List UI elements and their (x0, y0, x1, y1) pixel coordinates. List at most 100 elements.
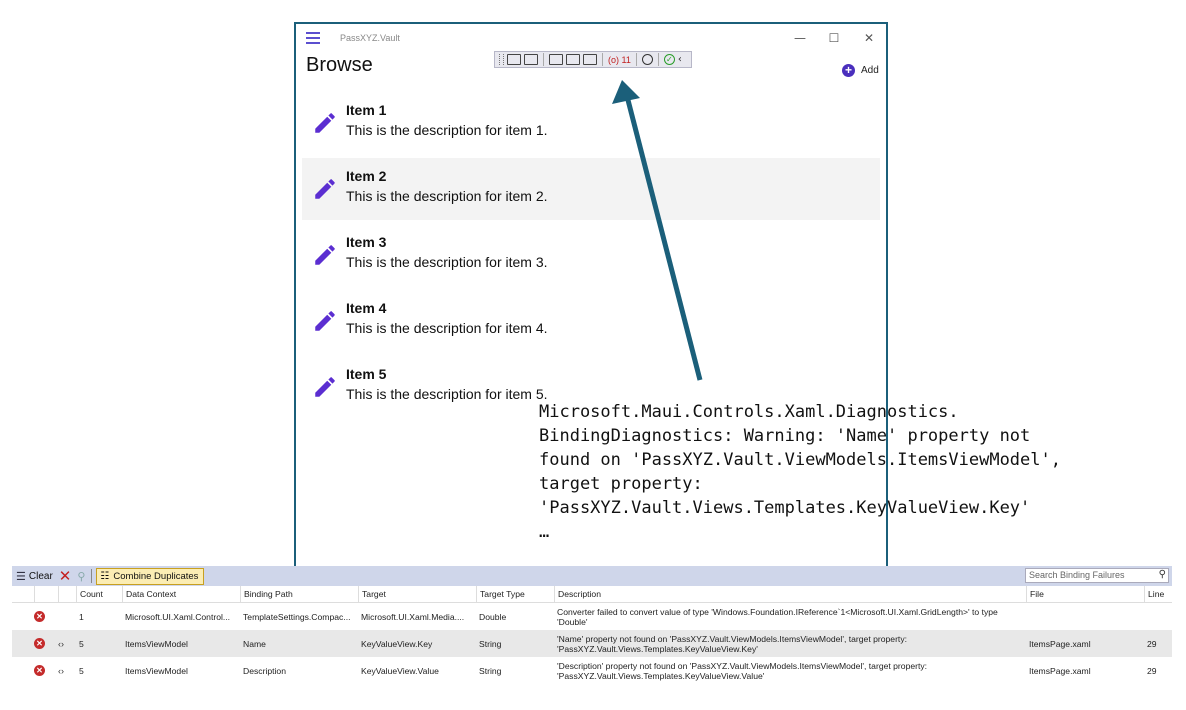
target-type-cell: Double (479, 611, 507, 622)
table-row[interactable]: ✕ ‹› 5 ItemsViewModel Description KeyValueVie… (12, 657, 1172, 684)
collapse-chevron-icon[interactable]: ‹ (678, 54, 682, 65)
data-context-cell: Microsoft.UI.Xaml.Control... (125, 611, 231, 622)
line-cell: 29 (1147, 665, 1157, 676)
link-cell[interactable]: ‹› (58, 630, 72, 657)
table-body: ✕ 1 Microsoft.UI.Xaml.Control... TemplateSe… (12, 603, 1172, 684)
add-button[interactable]: + Add (842, 62, 879, 78)
binding-failures-table: Count Data Context Binding Path Target T… (12, 586, 1172, 684)
item-description: This is the description for item 4. (346, 320, 548, 336)
header-target-type[interactable]: Target Type (476, 586, 554, 602)
hot-reload-status-icon[interactable]: ✓ (663, 54, 675, 65)
toolbar-separator (91, 569, 93, 583)
xaml-debug-toolbar: (o) 11 ✓ ‹ (494, 51, 692, 68)
list-item[interactable]: Item 3 This is the description for item 3… (302, 224, 880, 286)
search-input[interactable]: Search Binding Failures ⚲ (1025, 568, 1169, 583)
target-cell: KeyValueView.Key (361, 638, 433, 649)
panel-toolbar: ☰ Clear ✕ ⚲ ☷ Combine Duplicates Search … (12, 566, 1172, 586)
error-cell: ✕ (34, 657, 48, 684)
description-cell: Converter failed to convert value of typ… (557, 606, 998, 627)
description-cell: 'Description' property not found on 'Pas… (557, 660, 928, 681)
pencil-icon (315, 179, 335, 199)
description-cell: 'Name' property not found on 'PassXYZ.Va… (557, 633, 908, 654)
search-placeholder: Search Binding Failures (1029, 570, 1125, 580)
item-name: Item 1 (346, 102, 387, 118)
item-description: This is the description for item 1. (346, 122, 548, 138)
pencil-icon (315, 245, 335, 265)
hamburger-menu-icon[interactable] (306, 32, 320, 44)
clear-list-icon: ☰ (16, 570, 26, 583)
header-line[interactable]: Line (1144, 586, 1172, 602)
header-description[interactable]: Description (554, 586, 1026, 602)
diagnostic-annotation: Microsoft.Maui.Controls.Xaml.Diagnostics… (539, 402, 1061, 542)
pencil-icon (315, 311, 335, 331)
file-cell[interactable]: ItemsPage.xaml (1026, 657, 1144, 684)
combine-duplicates-button[interactable]: ☷ Combine Duplicates (96, 567, 205, 585)
toolbar-separator (602, 53, 603, 66)
error-icon: ✕ (34, 611, 45, 622)
table-row[interactable]: ✕ ‹› 5 ItemsViewModel Name KeyValueView.Key St… (12, 630, 1172, 657)
binding-failures-count[interactable]: (o) 11 (608, 55, 631, 65)
code-link-icon: ‹› (58, 638, 64, 649)
header-binding-path[interactable]: Binding Path (240, 586, 358, 602)
toolbar-separator (657, 53, 659, 66)
table-row[interactable]: ✕ 1 Microsoft.UI.Xaml.Control... TemplateSe… (12, 603, 1172, 630)
item-description: This is the description for item 5. (346, 386, 548, 402)
maximize-button[interactable]: ☐ (822, 29, 846, 47)
data-context-cell: ItemsViewModel (125, 665, 188, 676)
target-cell: KeyValueView.Value (361, 665, 439, 676)
count-cell: 5 (79, 638, 84, 649)
item-description: This is the description for item 3. (346, 254, 548, 270)
table-header: Count Data Context Binding Path Target T… (12, 586, 1172, 603)
header-link-col (58, 586, 72, 602)
header-icon-col (34, 586, 48, 602)
toolbar-separator (543, 53, 544, 66)
header-count[interactable]: Count (76, 586, 122, 602)
binding-path-cell: Description (243, 665, 286, 676)
item-name: Item 2 (346, 168, 387, 184)
title-bar: PassXYZ.Vault — ☐ ✕ (296, 24, 886, 54)
item-name: Item 4 (346, 300, 387, 316)
select-element-icon[interactable] (549, 54, 563, 65)
record-icon[interactable] (524, 54, 538, 65)
file-cell[interactable]: ItemsPage.xaml (1026, 630, 1144, 657)
close-button[interactable]: ✕ (857, 29, 881, 47)
binding-path-cell: TemplateSettings.Compac... (243, 611, 351, 622)
combine-label: Combine Duplicates (113, 570, 199, 582)
toolbar-grip-icon (499, 54, 504, 65)
error-cell: ✕ (34, 630, 48, 657)
pencil-icon (315, 113, 335, 133)
header-file[interactable]: File (1026, 586, 1144, 602)
error-icon: ✕ (34, 638, 45, 649)
filter-icon[interactable]: ⚲ (77, 570, 85, 583)
minimize-button[interactable]: — (788, 29, 812, 47)
line-cell (1144, 603, 1172, 630)
list-item[interactable]: Item 1 This is the description for item 1… (302, 92, 880, 154)
link-cell[interactable]: ‹› (58, 657, 72, 684)
delete-icon[interactable]: ✕ (59, 567, 72, 585)
list-item[interactable]: Item 2 This is the description for item 2… (302, 158, 880, 220)
accessibility-icon[interactable] (641, 54, 653, 65)
binding-failures-panel: ☰ Clear ✕ ⚲ ☷ Combine Duplicates Search … (12, 566, 1172, 690)
live-visual-tree-icon[interactable] (507, 54, 521, 65)
clear-button[interactable]: ☰ Clear (16, 570, 53, 583)
add-label: Add (861, 64, 879, 76)
file-cell[interactable] (1026, 603, 1144, 630)
count-cell: 1 (79, 611, 84, 622)
item-name: Item 3 (346, 234, 387, 250)
app-title: PassXYZ.Vault (340, 33, 400, 43)
add-circle-icon: + (842, 63, 855, 77)
target-type-cell: String (479, 638, 502, 649)
page-title: Browse (306, 54, 373, 76)
item-name: Item 5 (346, 366, 387, 382)
list-item[interactable]: Item 4 This is the description for item 4… (302, 290, 880, 352)
header-target[interactable]: Target (358, 586, 476, 602)
target-type-cell: String (479, 665, 502, 676)
link-cell[interactable] (58, 603, 72, 630)
line-cell: 29 (1147, 638, 1157, 649)
combine-icon: ☷ (100, 570, 110, 582)
error-cell: ✕ (34, 603, 48, 630)
display-adorners-icon[interactable] (566, 54, 580, 65)
header-data-context[interactable]: Data Context (122, 586, 240, 602)
track-focus-icon[interactable] (583, 54, 597, 65)
search-icon[interactable]: ⚲ (1159, 568, 1166, 581)
